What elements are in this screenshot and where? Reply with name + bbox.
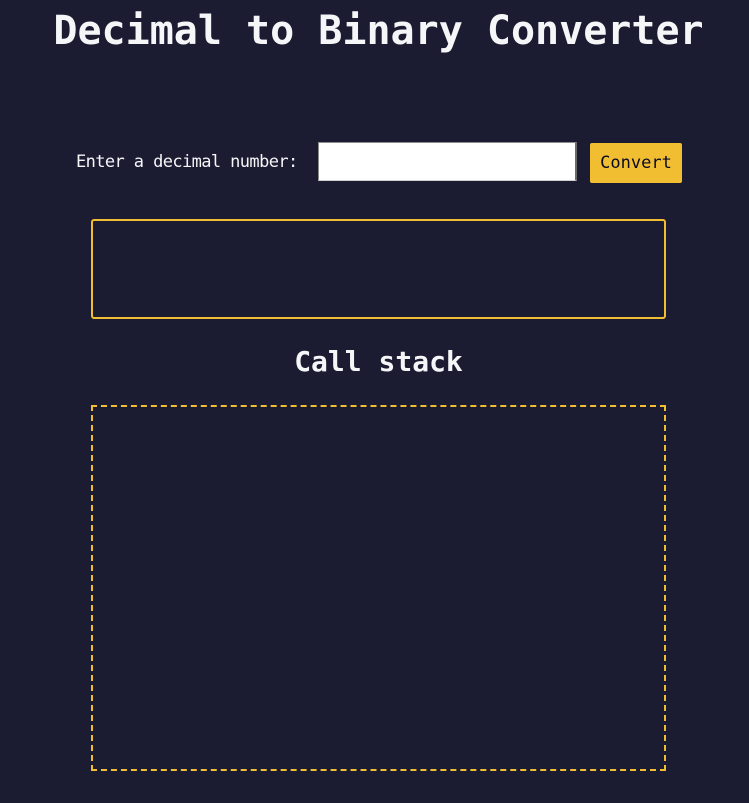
result-output <box>91 219 666 319</box>
call-stack-heading: Call stack <box>294 345 463 378</box>
converter-form: Enter a decimal number: Convert <box>0 142 749 183</box>
convert-button[interactable]: Convert <box>590 143 682 183</box>
page-title: Decimal to Binary Converter <box>53 8 704 54</box>
call-stack-container <box>91 405 666 771</box>
number-input-label: Enter a decimal number: <box>76 152 298 172</box>
number-input[interactable] <box>318 142 577 181</box>
